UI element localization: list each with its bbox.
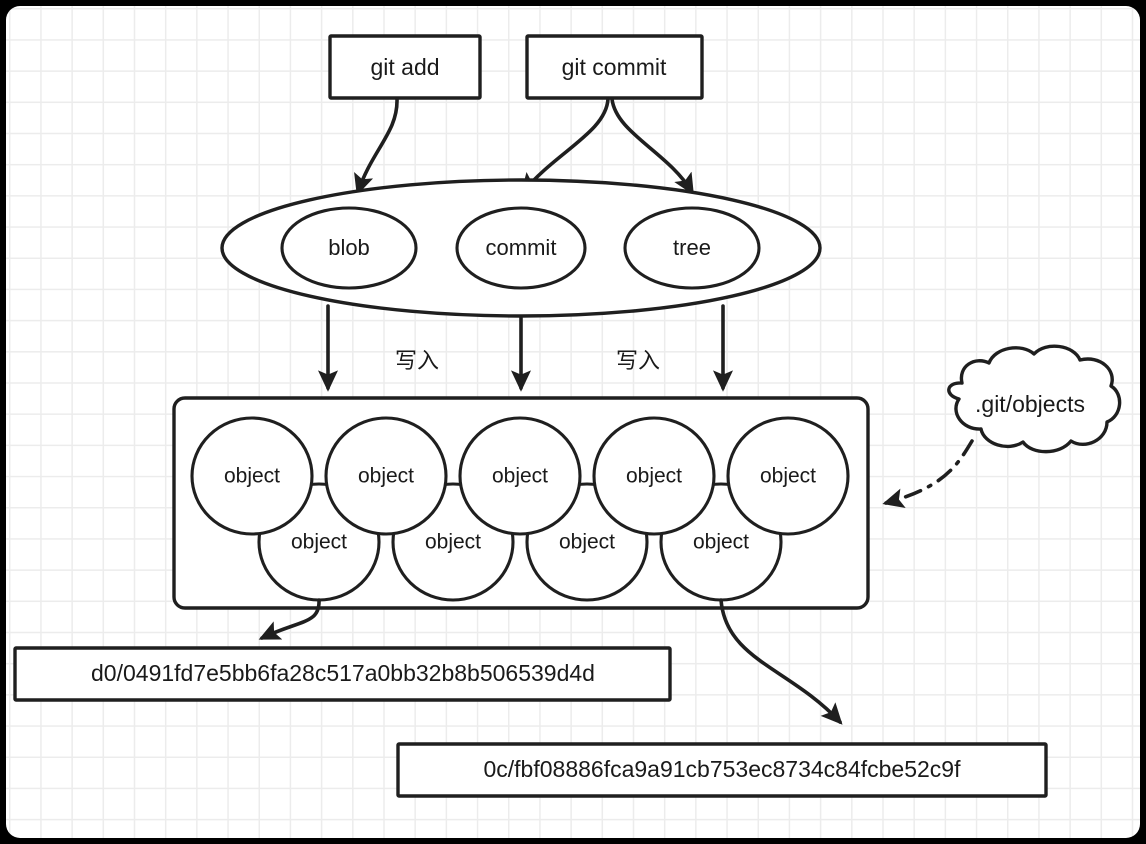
diagram-board <box>6 6 1140 838</box>
diagram-canvas: git add git commit blob commit tree 写入 写… <box>0 0 1146 844</box>
